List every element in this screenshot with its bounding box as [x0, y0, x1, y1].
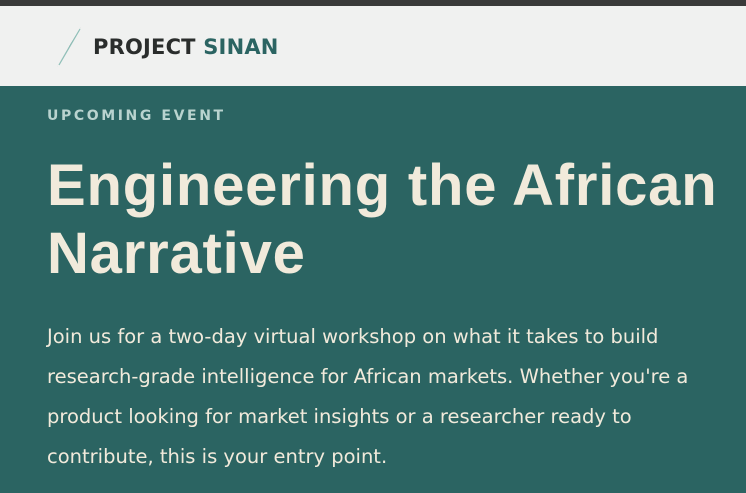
- event-description: Join us for a two-day virtual workshop o…: [47, 325, 689, 468]
- brand-logo[interactable]: PROJECT SINAN: [55, 24, 279, 70]
- site-header: PROJECT SINAN: [0, 6, 746, 86]
- compass-needle-icon: [57, 27, 81, 67]
- event-title: Engineering the African Narrative: [47, 153, 718, 286]
- brand-name-project: PROJECT: [93, 35, 196, 59]
- brand-name: PROJECT SINAN: [93, 35, 279, 59]
- event-eyebrow: UPCOMING EVENT: [47, 108, 226, 124]
- brand-name-sinan: SINAN: [203, 35, 279, 59]
